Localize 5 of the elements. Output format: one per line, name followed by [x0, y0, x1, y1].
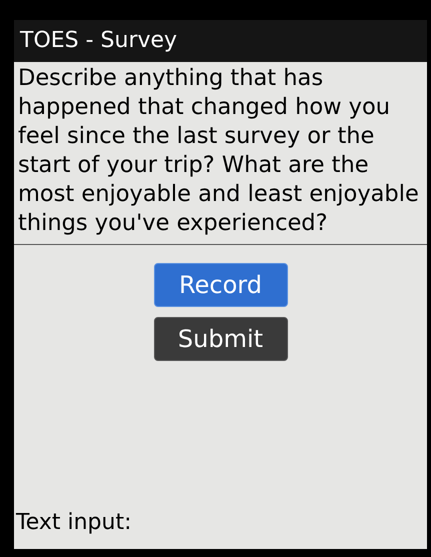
- field-label: Text input:: [15, 509, 132, 537]
- question-text: Describe anything that has happened that changed how you feel since the last survey or the start of your trip? What are the most enjoyable and least enjoyable things you've experienced?: [14, 62, 427, 245]
- window-title: TOES - Survey: [20, 30, 178, 52]
- action-button[interactable]: Submit: [154, 317, 288, 361]
- action-button[interactable]: Record: [154, 263, 288, 307]
